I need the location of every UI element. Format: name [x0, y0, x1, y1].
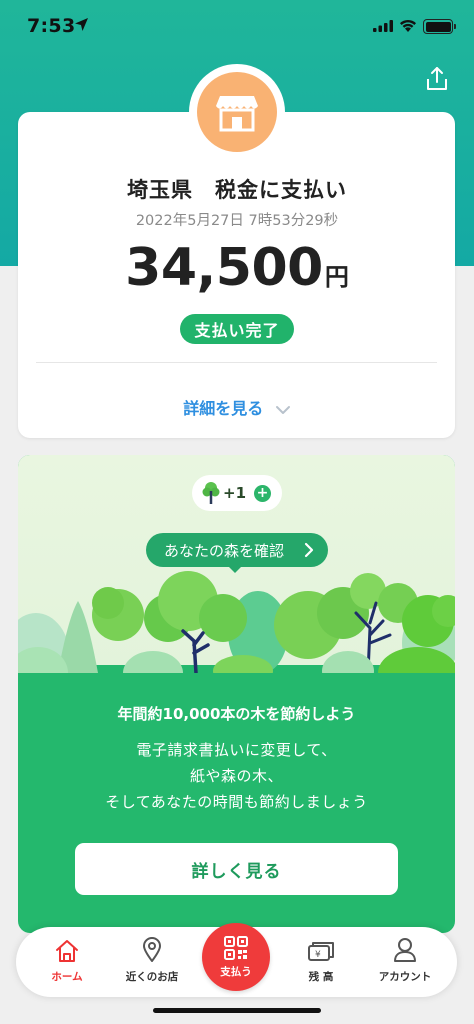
status-badge: 支払い完了: [180, 314, 294, 344]
tab-label: アカウント: [378, 971, 432, 983]
tree-icon: [202, 482, 220, 504]
status-bar: 7:53: [0, 0, 474, 52]
save-description: 電子請求書払いに変更して、 紙や森の木、 そしてあなたの時間も節約しましょう: [18, 737, 455, 815]
cellular-signal-icon: [373, 20, 393, 32]
forest-link-label: あなたの森を確認: [164, 541, 285, 560]
tab-label: ホーム: [51, 971, 83, 983]
svg-text:¥: ¥: [315, 950, 321, 960]
tab-label: 残 高: [308, 971, 334, 983]
plus-icon: +: [254, 485, 271, 502]
currency-label: 円: [324, 263, 349, 291]
save-description-line: 電子請求書払いに変更して、: [136, 741, 337, 759]
payment-timestamp: 2022年5月27日 7時53分29秒: [135, 213, 339, 229]
forest-illustration: [18, 571, 455, 673]
location-arrow-icon: [75, 18, 88, 31]
tree-count: +1: [223, 484, 247, 502]
home-indicator: [153, 1008, 321, 1013]
home-icon: [56, 940, 78, 962]
tab-bar: ホーム 近くのお店 支払う ¥ 残 高 アカウント: [16, 923, 457, 997]
tab-balance[interactable]: ¥ 残 高: [286, 927, 356, 997]
wifi-icon: [400, 19, 416, 32]
learn-more-button[interactable]: 詳しく見る: [75, 843, 398, 895]
status-time: 7:53: [27, 15, 76, 37]
shop-icon: [197, 72, 277, 152]
forest-card: +1 + あなたの森を確認 年間約10,000本の木を節約しよう 電子請求書払い…: [18, 455, 455, 933]
tab-home[interactable]: ホーム: [32, 927, 102, 997]
payment-amount: 34,500円: [0, 238, 474, 298]
details-link-label: 詳細を見る: [183, 399, 264, 418]
chevron-right-icon: [304, 542, 314, 558]
user-icon: [394, 938, 416, 962]
share-icon[interactable]: [425, 66, 449, 92]
wallet-icon: ¥: [308, 942, 334, 961]
save-title: 年間約10,000本の木を節約しよう: [117, 705, 356, 723]
chevron-down-icon: [275, 405, 290, 414]
tree-count-badge[interactable]: +1 +: [192, 475, 282, 511]
tab-account[interactable]: アカウント: [370, 927, 440, 997]
merchant-name: 埼玉県 税金に支払い: [127, 178, 347, 202]
tab-label: 支払う: [220, 966, 252, 978]
battery-icon: [423, 19, 453, 34]
tab-label: 近くのお店: [125, 971, 179, 983]
tab-pay-button[interactable]: 支払う: [202, 923, 270, 991]
map-pin-icon: [143, 937, 161, 962]
forest-link-button[interactable]: あなたの森を確認: [146, 533, 328, 567]
amount-value: 34,500: [125, 238, 323, 298]
save-description-line: そしてあなたの時間も節約しましょう: [105, 793, 368, 811]
save-description-line: 紙や森の木、: [189, 767, 283, 785]
divider: [36, 362, 437, 363]
qr-code-icon: [224, 936, 248, 960]
details-link[interactable]: 詳細を見る: [0, 395, 474, 419]
tab-nearby[interactable]: 近くのお店: [117, 927, 187, 997]
